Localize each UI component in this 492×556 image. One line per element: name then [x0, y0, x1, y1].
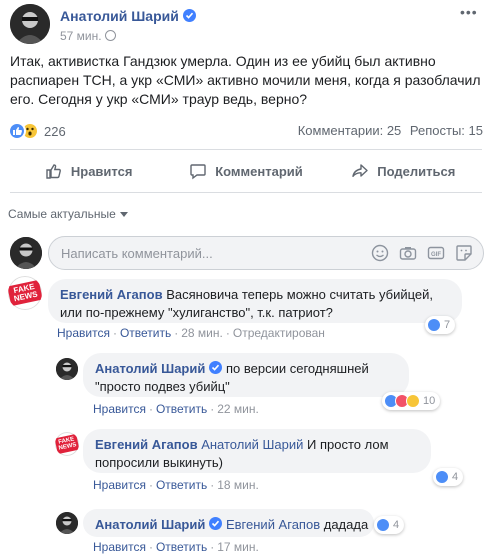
comment-bubble: Евгений Агапов Анатолий Шарий И просто л…	[83, 429, 431, 473]
commenter-avatar[interactable]	[56, 512, 78, 534]
comment-like-link[interactable]: Нравится	[93, 402, 146, 416]
share-icon	[352, 164, 368, 177]
commenter-name[interactable]: Евгений Агапов	[60, 287, 163, 302]
comment-like-link[interactable]: Нравится	[57, 326, 110, 340]
comment-reply-link[interactable]: Ответить	[156, 540, 207, 554]
divider	[10, 149, 482, 150]
verified-badge-icon	[209, 517, 223, 530]
comment-text: дадада	[323, 517, 369, 532]
wow-reaction-icon	[406, 394, 420, 408]
like-button[interactable]: Нравится	[10, 154, 167, 188]
commenter-name[interactable]: Евгений Агапов	[95, 437, 198, 452]
author-avatar[interactable]	[10, 4, 50, 44]
like-reaction-icon	[427, 318, 441, 332]
comment-reactions[interactable]: 4	[433, 468, 464, 486]
commenter-avatar[interactable]: FAKE NEWS	[8, 276, 42, 310]
like-reaction-icon	[376, 518, 390, 532]
current-user-avatar	[10, 237, 42, 269]
fake-news-avatar-image: FAKE NEWS	[8, 276, 42, 310]
comment-actions: Нравится · Ответить · 28 мин. · Отредактирован	[57, 326, 325, 340]
share-button[interactable]: Поделиться	[325, 154, 482, 188]
comment-like-link[interactable]: Нравится	[93, 478, 146, 492]
comment-input[interactable]: Написать комментарий...	[61, 246, 213, 261]
share-button-label: Поделиться	[377, 163, 456, 179]
comment-actions: Нравится · Ответить · 18 мин.	[93, 478, 259, 492]
fake-news-avatar-image: FAKE NEWS	[55, 432, 79, 456]
comment-bubble: Евгений Агапов Васяновича теперь можно с…	[48, 279, 462, 323]
svg-text:GIF: GIF	[431, 252, 441, 258]
composer-toolbar: GIF	[371, 244, 473, 262]
comment-reaction-count: 10	[423, 395, 436, 407]
like-button-label: Нравится	[70, 163, 133, 179]
comment-time[interactable]: 18 мин.	[217, 478, 259, 492]
commenter-avatar[interactable]	[56, 358, 78, 380]
author-name-text[interactable]: Анатолий Шарий	[60, 8, 179, 24]
comments-count[interactable]: Комментарии: 25	[298, 123, 402, 138]
engagement-counts: Комментарии: 25 Репосты: 15	[293, 123, 483, 138]
comment-time[interactable]: 22 мин.	[217, 402, 259, 416]
emoji-icon[interactable]	[371, 244, 389, 262]
camera-icon[interactable]	[399, 244, 417, 262]
more-options-icon[interactable]: •••	[460, 5, 477, 19]
comment-button[interactable]: Комментарий	[167, 154, 324, 188]
comment-like-link[interactable]: Нравится	[93, 540, 146, 554]
reaction-count[interactable]: 226	[44, 124, 66, 139]
post-action-bar: Нравится Комментарий Поделиться	[10, 154, 482, 188]
author-name[interactable]: Анатолий Шарий	[60, 8, 196, 24]
comment-composer[interactable]: Написать комментарий... GIF	[48, 236, 484, 270]
comment-time[interactable]: 17 мин.	[217, 540, 259, 554]
post-meta: 57 мин.	[60, 29, 116, 43]
verified-badge-icon	[209, 361, 223, 374]
comment-reply-link[interactable]: Ответить	[120, 326, 171, 340]
comment-reactions[interactable]: 10	[382, 392, 441, 410]
comment-sort-dropdown[interactable]: Самые актуальные	[8, 207, 128, 221]
commenter-avatar[interactable]: FAKE NEWS	[55, 432, 79, 456]
fake-news-stamp: FAKE NEWS	[8, 279, 42, 307]
comment-bubble: Анатолий Шарий по версии сегодняшней "пр…	[83, 353, 409, 397]
post-time[interactable]: 57 мин.	[60, 29, 102, 43]
comment-icon	[190, 164, 206, 180]
sticker-icon[interactable]	[455, 244, 473, 262]
comment-reactions[interactable]: 4	[374, 516, 405, 534]
comment-edited-label[interactable]: Отредактирован	[233, 326, 325, 340]
shares-count[interactable]: Репосты: 15	[410, 123, 483, 138]
mention-link[interactable]: Анатолий Шарий	[201, 437, 303, 452]
comment-button-label: Комментарий	[215, 163, 303, 179]
gif-icon[interactable]: GIF	[427, 244, 445, 262]
divider	[10, 192, 482, 193]
comment-actions: Нравится · Ответить · 22 мин.	[93, 402, 259, 416]
chevron-down-icon	[119, 212, 128, 217]
comment-bubble: Анатолий Шарий Евгений Агапов дадада	[83, 509, 374, 537]
comment-reaction-count: 4	[393, 519, 400, 531]
comment-reactions[interactable]: 7	[425, 316, 456, 334]
reactions-summary[interactable]: 226	[8, 121, 66, 141]
commenter-name[interactable]: Анатолий Шарий	[95, 517, 205, 532]
like-reaction-icon	[8, 122, 26, 140]
like-reaction-icon	[435, 470, 449, 484]
fake-news-stamp: FAKE NEWS	[55, 433, 79, 455]
thumbs-up-icon	[46, 164, 61, 179]
comment-reply-link[interactable]: Ответить	[156, 478, 207, 492]
verified-badge-icon	[182, 9, 196, 22]
comment-reply-link[interactable]: Ответить	[156, 402, 207, 416]
mention-link[interactable]: Евгений Агапов	[226, 517, 320, 532]
globe-icon	[104, 30, 116, 41]
comment-reaction-count: 7	[444, 319, 451, 331]
post-header: Анатолий Шарий 57 мин. •••	[10, 4, 482, 44]
commenter-name[interactable]: Анатолий Шарий	[95, 361, 205, 376]
comment-actions: Нравится · Ответить · 17 мин.	[93, 540, 259, 554]
sort-label: Самые актуальные	[8, 207, 116, 221]
comment-time[interactable]: 28 мин.	[181, 326, 223, 340]
comment-reaction-count: 4	[452, 471, 459, 483]
post-text: Итак, активистка Гандзюк умерла. Один из…	[10, 53, 481, 107]
